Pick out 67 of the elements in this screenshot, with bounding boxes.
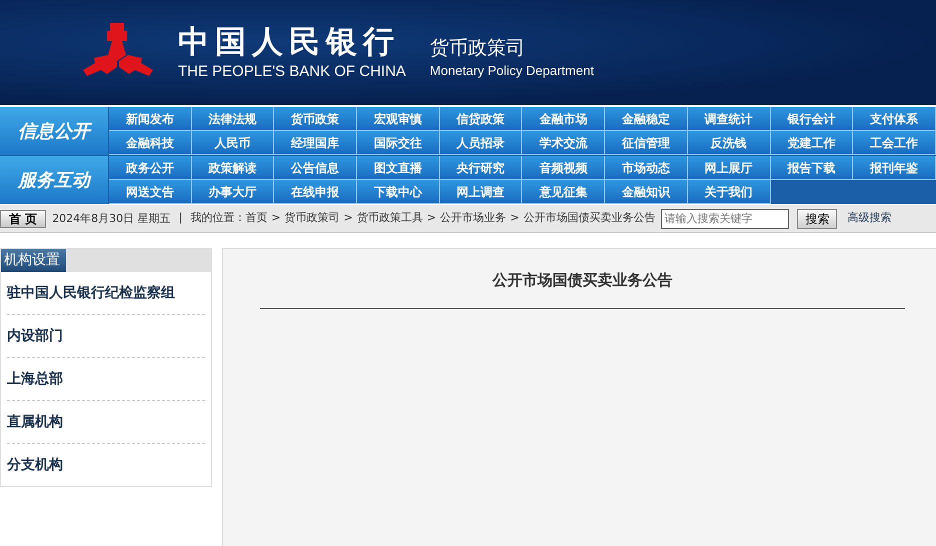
location-label: 我的位置： bbox=[190, 210, 246, 226]
nav-link[interactable]: 在线申报 bbox=[274, 180, 358, 204]
nav-link[interactable]: 宏观审慎 bbox=[357, 107, 440, 131]
nav-link[interactable]: 关于我们 bbox=[688, 180, 771, 204]
nav-link[interactable]: 图文直播 bbox=[357, 156, 440, 180]
date-text: 2024年8月30日 星期五 bbox=[52, 212, 171, 225]
nav-link[interactable]: 金融科技 bbox=[109, 131, 192, 155]
nav-link[interactable]: 金融市场 bbox=[522, 107, 606, 131]
breadcrumb-separator: > bbox=[426, 210, 436, 226]
nav-link[interactable]: 货币政策 bbox=[274, 107, 358, 131]
bank-name: 中国人民银行 bbox=[178, 26, 401, 58]
nav-link[interactable]: 金融知识 bbox=[605, 180, 688, 204]
article-title: 公开市场国债买卖业务公告 bbox=[260, 269, 905, 308]
nav-group-label: 信息公开 bbox=[0, 107, 108, 155]
sidebar-link[interactable]: 分支机构 bbox=[7, 444, 205, 486]
nav-link[interactable]: 党建工作 bbox=[770, 131, 854, 155]
nav-link[interactable]: 报告下载 bbox=[770, 156, 854, 180]
breadcrumb-link[interactable]: 首页 bbox=[245, 210, 268, 227]
nav-link[interactable]: 信贷政策 bbox=[440, 107, 522, 131]
breadcrumb-separator: > bbox=[344, 210, 353, 226]
nav-link[interactable]: 反洗钱 bbox=[688, 131, 771, 155]
nav-link[interactable]: 公告信息 bbox=[274, 156, 358, 180]
breadcrumb-separator: > bbox=[510, 210, 520, 226]
nav-link[interactable]: 网上展厅 bbox=[688, 156, 771, 180]
bank-name-english: THE PEOPLE'S BANK OF CHINA bbox=[178, 64, 406, 78]
breadcrumb-separator: > bbox=[271, 210, 281, 226]
sidebar-link[interactable]: 上海总部 bbox=[7, 358, 205, 401]
department-name-english: Monetary Policy Department bbox=[430, 64, 594, 76]
nav-link[interactable]: 音频视频 bbox=[522, 156, 606, 180]
breadcrumb-link[interactable]: 公开市场国债买卖业务公告 bbox=[523, 210, 656, 227]
nav-link[interactable]: 网上调查 bbox=[440, 180, 522, 204]
nav-link[interactable]: 调查统计 bbox=[688, 107, 771, 131]
search-button[interactable]: 搜索 bbox=[797, 208, 838, 228]
nav-link[interactable]: 银行会计 bbox=[770, 107, 854, 131]
sidebar-link[interactable]: 内设部门 bbox=[7, 315, 205, 358]
nav-link[interactable]: 市场动态 bbox=[605, 156, 688, 180]
breadcrumb-link[interactable]: 公开市场业务 bbox=[440, 210, 506, 227]
nav-link[interactable]: 央行研究 bbox=[440, 156, 522, 180]
nav-link[interactable]: 支付体系 bbox=[853, 107, 936, 131]
nav-link[interactable]: 学术交流 bbox=[522, 131, 606, 155]
nav-link[interactable]: 国际交往 bbox=[357, 131, 440, 155]
nav-link[interactable]: 政策解读 bbox=[192, 156, 274, 180]
nav-link[interactable]: 人员招录 bbox=[440, 131, 522, 155]
home-button[interactable]: 首 页 bbox=[0, 210, 46, 228]
nav-link[interactable]: 人民币 bbox=[192, 131, 274, 155]
nav-link[interactable]: 报刊年鉴 bbox=[853, 156, 936, 180]
nav-link[interactable]: 金融稳定 bbox=[605, 107, 688, 131]
separator: | bbox=[178, 210, 182, 226]
sidebar-link[interactable]: 驻中国人民银行纪检监察组 bbox=[7, 272, 205, 315]
nav-link[interactable]: 经理国库 bbox=[274, 131, 358, 155]
nav-link[interactable]: 新闻发布 bbox=[109, 107, 192, 131]
nav-link[interactable]: 法律法规 bbox=[192, 107, 274, 131]
department-name: 货币政策司 bbox=[430, 38, 526, 58]
breadcrumb-link[interactable]: 货币政策司 bbox=[284, 210, 340, 227]
nav-link[interactable]: 网送文告 bbox=[109, 180, 192, 204]
nav-group-label: 服务互动 bbox=[0, 156, 108, 204]
breadcrumb-link[interactable]: 货币政策工具 bbox=[356, 210, 423, 227]
nav-link[interactable]: 意见征集 bbox=[522, 180, 606, 204]
nav-link[interactable]: 政务公开 bbox=[109, 156, 192, 180]
nav-link[interactable]: 办事大厅 bbox=[192, 180, 274, 204]
sidebar-title: 机构设置 bbox=[1, 249, 66, 272]
advanced-search-link[interactable]: 高级搜索 bbox=[847, 210, 892, 227]
nav-link[interactable]: 下载中心 bbox=[357, 180, 440, 204]
sidebar-link[interactable]: 直属机构 bbox=[7, 401, 205, 444]
search-field[interactable]: 请输入搜索关键字 bbox=[661, 208, 790, 228]
nav-link[interactable]: 工会工作 bbox=[853, 131, 936, 155]
nav-link[interactable]: 征信管理 bbox=[605, 131, 688, 155]
